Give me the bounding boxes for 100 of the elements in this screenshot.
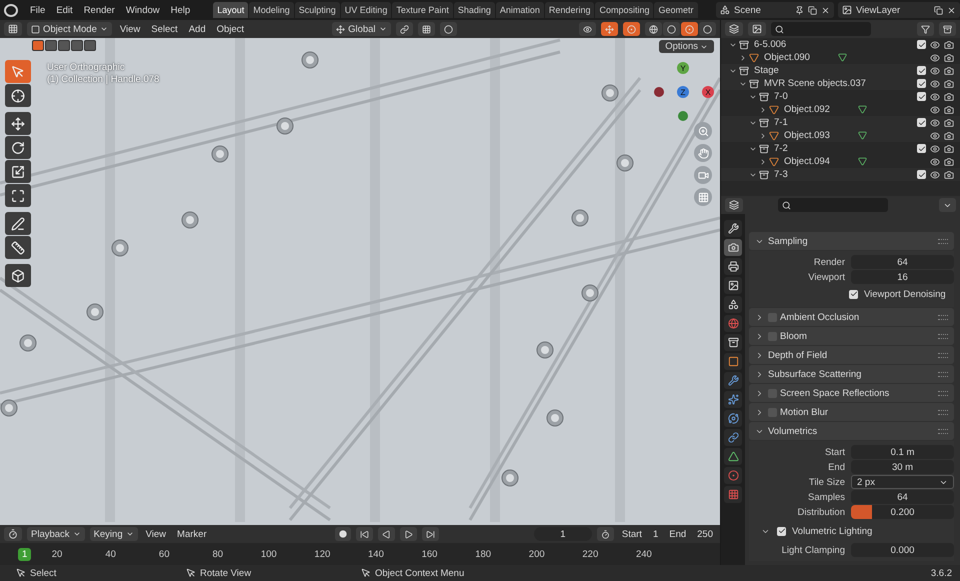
visibility-icon[interactable] [930, 118, 940, 128]
search-field[interactable] [778, 198, 888, 212]
gizmo-button[interactable] [601, 22, 618, 36]
exclude-checkbox[interactable] [917, 144, 926, 153]
visibility-icon[interactable] [930, 40, 940, 50]
subpanel-title[interactable]: Volumetric Lighting [792, 526, 872, 536]
scale-tool-button[interactable] [5, 160, 31, 183]
properties-tab[interactable] [724, 239, 742, 256]
visibility-icon[interactable] [930, 156, 940, 166]
new-collection-button[interactable] [939, 22, 956, 36]
jump-end-button[interactable] [422, 527, 439, 541]
filter-view-button[interactable] [748, 22, 766, 36]
exclude-checkbox[interactable] [917, 66, 926, 75]
properties-tab[interactable] [724, 391, 742, 408]
shading-mode-button[interactable] [645, 22, 662, 36]
workspace-tab[interactable]: Sculpting [294, 2, 340, 18]
menu-item[interactable]: Add [186, 24, 209, 34]
menu-dropdown[interactable]: Playback [27, 527, 85, 541]
workspace-tab[interactable]: UV Editing [340, 2, 392, 18]
exclude-checkbox[interactable] [917, 118, 926, 127]
proportional-button[interactable] [440, 22, 457, 36]
drag-grip-icon[interactable] [938, 410, 948, 414]
number-field[interactable]: 0.1 m [851, 445, 954, 459]
slider-field[interactable]: 0.200 [851, 505, 954, 519]
render-camera-icon[interactable] [944, 144, 954, 154]
visibility-button[interactable] [579, 22, 596, 36]
record-button[interactable] [334, 527, 351, 541]
outliner-item-name[interactable]: MVR Scene objects.037 [764, 78, 866, 89]
drag-grip-icon[interactable] [938, 238, 948, 244]
pivot-button[interactable] [396, 22, 413, 36]
visibility-icon[interactable] [930, 78, 940, 88]
render-camera-icon[interactable] [944, 118, 954, 128]
panel-header[interactable]: Screen Space Reflections [749, 384, 954, 402]
render-camera-icon[interactable] [944, 92, 954, 102]
menu-item[interactable]: File [25, 4, 50, 16]
rotate-tool-button[interactable] [5, 136, 31, 159]
panel-header[interactable]: Ambient Occlusion [749, 308, 954, 326]
properties-tab[interactable] [724, 448, 742, 465]
axis-gizmo-ball[interactable]: Z [677, 86, 689, 98]
visibility-icon[interactable] [930, 92, 940, 102]
orientation-dropdown[interactable]: Global [332, 22, 391, 36]
properties-tab[interactable] [724, 277, 742, 294]
add-cube-tool-button[interactable] [5, 264, 31, 287]
checkbox[interactable] [849, 290, 858, 298]
axis-gizmo-ball[interactable] [678, 111, 688, 121]
checkbox[interactable] [777, 526, 786, 536]
annotate-tool-button[interactable] [5, 212, 31, 235]
search-field[interactable] [771, 22, 871, 36]
visibility-icon[interactable] [930, 130, 940, 140]
current-frame-field[interactable]: 1 [534, 527, 592, 541]
workspace-tab[interactable]: Animation [496, 2, 544, 18]
axis-gizmo-ball[interactable] [654, 87, 664, 97]
number-field[interactable]: 16 [851, 270, 954, 284]
panel-header[interactable]: Bloom [749, 327, 954, 345]
visibility-icon[interactable] [930, 104, 940, 114]
properties-tab[interactable] [724, 429, 742, 446]
render-camera-icon[interactable] [944, 104, 954, 114]
outliner-item-name[interactable]: Object.090 [764, 52, 810, 63]
axis-gizmo-ball[interactable]: Y [677, 62, 689, 74]
zoom-button[interactable] [694, 122, 712, 140]
outliner-item-name[interactable]: Object.093 [784, 130, 830, 141]
workspace-tab[interactable]: Shading [454, 2, 495, 18]
outliner-item-name[interactable]: Object.092 [784, 104, 830, 115]
drag-grip-icon[interactable] [938, 428, 948, 434]
editor-type-button[interactable] [4, 527, 22, 541]
pan-button[interactable] [694, 144, 712, 162]
outliner-item-name[interactable]: 7-1 [774, 117, 788, 128]
workspace-tab[interactable]: Geometr [654, 2, 698, 18]
options-dropdown-button[interactable] [939, 198, 956, 212]
cursor-tool-button[interactable] [5, 84, 31, 107]
drag-grip-icon[interactable] [938, 334, 948, 338]
start-frame-field[interactable]: 1 [650, 528, 662, 540]
workspace-tab[interactable]: Texture Paint [392, 2, 453, 18]
properties-tab[interactable] [724, 296, 742, 313]
outliner-item-name[interactable]: Stage [754, 65, 779, 76]
properties-tab[interactable] [724, 353, 742, 370]
outliner-item-name[interactable]: 7-0 [774, 91, 788, 102]
overlay-button[interactable] [623, 22, 640, 36]
editor-type-button[interactable] [725, 198, 743, 212]
drag-grip-icon[interactable] [938, 390, 948, 396]
workspace-tab[interactable]: Layout [213, 2, 248, 18]
stopwatch-button[interactable] [596, 527, 614, 541]
editor-type-button[interactable] [4, 22, 22, 36]
play-reverse-button[interactable] [378, 527, 395, 541]
number-field[interactable]: 64 [851, 255, 954, 269]
grid-view-button[interactable] [694, 188, 712, 206]
scene-selector[interactable]: Scene [716, 2, 834, 18]
exclude-checkbox[interactable] [917, 92, 926, 101]
play-button[interactable] [400, 527, 417, 541]
move-tool-button[interactable] [5, 112, 31, 135]
outliner-row[interactable]: Stage [721, 64, 960, 77]
render-camera-icon[interactable] [944, 52, 954, 62]
drag-grip-icon[interactable] [938, 372, 948, 376]
properties-tab[interactable] [724, 334, 742, 351]
render-camera-icon[interactable] [944, 40, 954, 50]
shading-mode-button[interactable] [681, 22, 698, 36]
filter-button[interactable] [917, 22, 934, 36]
visibility-icon[interactable] [930, 66, 940, 76]
panel-header[interactable]: Volumetrics [749, 422, 954, 440]
visibility-icon[interactable] [930, 144, 940, 154]
